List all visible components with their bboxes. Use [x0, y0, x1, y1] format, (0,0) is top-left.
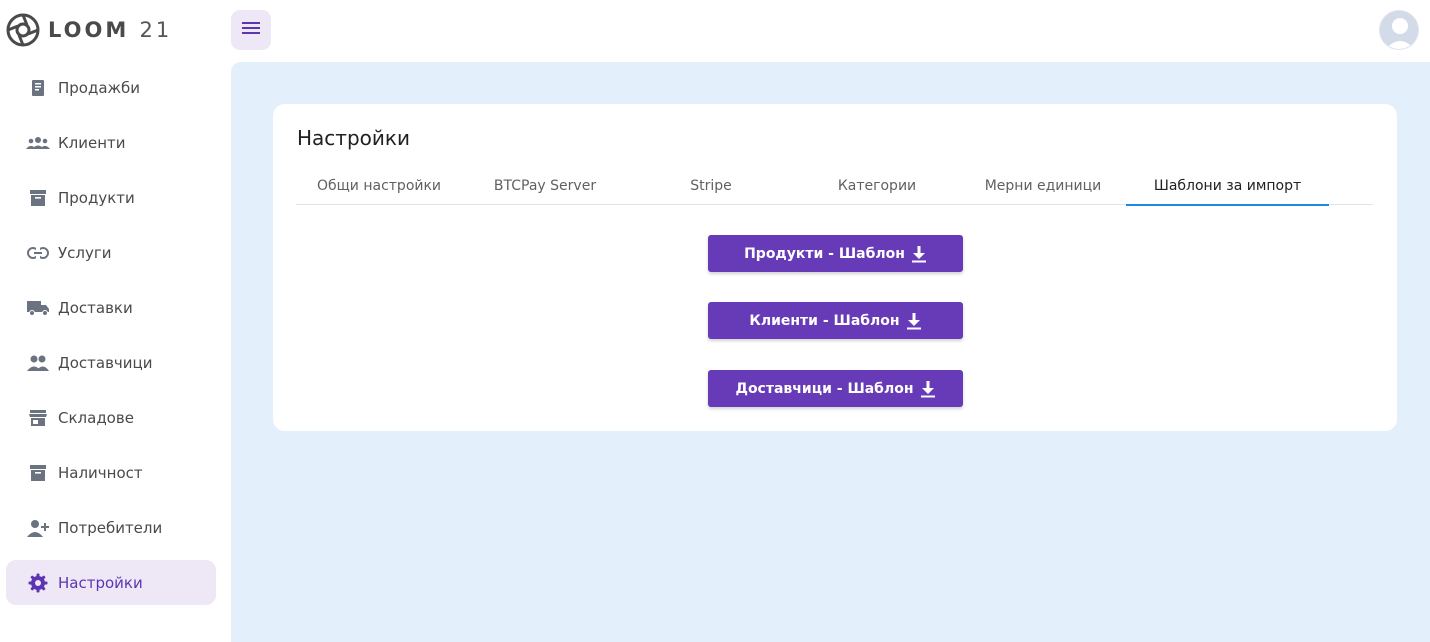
sidebar-item-label: Продукти: [58, 188, 135, 207]
receipt-icon: [26, 76, 50, 100]
sidebar-item-deliveries[interactable]: Доставки: [6, 285, 216, 330]
tab-categories[interactable]: Категории: [794, 166, 960, 205]
sidebar-item-label: Складове: [58, 408, 134, 427]
tab-stripe[interactable]: Stripe: [628, 166, 794, 205]
brand-name: LOOM 21: [48, 18, 173, 42]
tab-label: Мерни единици: [984, 177, 1102, 194]
suppliers-template-button[interactable]: Доставчици - Шаблон: [708, 370, 963, 407]
sidebar: LOOM 21 Продажби Клиенти Продукти Услуги: [0, 0, 231, 642]
menu-toggle-button[interactable]: [231, 10, 271, 50]
tab-label: Общи настройки: [316, 177, 442, 194]
link-icon: [26, 241, 50, 265]
archive-icon: [26, 461, 50, 485]
tab-units[interactable]: Мерни единици: [960, 166, 1126, 205]
sidebar-item-label: Потребители: [58, 518, 163, 537]
download-icon: [906, 312, 922, 330]
brand-logo[interactable]: LOOM 21: [6, 10, 172, 50]
sidebar-item-label: Доставчици: [58, 353, 153, 372]
main-content: Настройки Общи настройки BTCPay Server S…: [231, 62, 1430, 642]
tab-label: Stripe: [690, 177, 732, 194]
tab-label: BTCPay Server: [493, 177, 597, 194]
people-icon: [26, 351, 50, 375]
sidebar-item-label: Продажби: [58, 78, 141, 97]
gear-icon: [26, 571, 50, 595]
sidebar-item-label: Настройки: [58, 573, 143, 592]
store-icon: [26, 406, 50, 430]
aperture-logo-icon: [6, 13, 40, 47]
download-icon: [920, 380, 936, 398]
person-add-icon: [26, 516, 50, 540]
sidebar-item-label: Клиенти: [58, 133, 126, 152]
settings-tabs: Общи настройки BTCPay Server Stripe Кате…: [296, 166, 1373, 206]
sidebar-item-clients[interactable]: Клиенти: [6, 120, 216, 165]
sidebar-item-services[interactable]: Услуги: [6, 230, 216, 275]
sidebar-item-warehouses[interactable]: Складове: [6, 395, 216, 440]
sidebar-item-sales[interactable]: Продажби: [6, 65, 216, 110]
button-label: Доставчици - Шаблон: [735, 380, 914, 397]
user-avatar[interactable]: [1379, 10, 1419, 50]
sidebar-item-stock[interactable]: Наличност: [6, 450, 216, 495]
tab-import-templates[interactable]: Шаблони за импорт: [1126, 166, 1329, 206]
sidebar-item-label: Доставки: [58, 298, 133, 317]
tab-btcpay-server[interactable]: BTCPay Server: [462, 166, 628, 205]
user-silhouette-icon: [1380, 11, 1418, 49]
sidebar-nav: Продажби Клиенти Продукти Услуги Доставк…: [6, 65, 216, 615]
tab-general-settings[interactable]: Общи настройки: [296, 166, 462, 205]
hamburger-icon: [241, 20, 261, 40]
page-title: Настройки: [297, 126, 410, 150]
clients-template-button[interactable]: Клиенти - Шаблон: [708, 302, 963, 339]
tab-label: Категории: [837, 177, 917, 194]
archive-icon: [26, 186, 50, 210]
button-label: Клиенти - Шаблон: [749, 312, 900, 329]
sidebar-item-label: Услуги: [58, 243, 112, 262]
sidebar-item-label: Наличност: [58, 463, 143, 482]
sidebar-item-products[interactable]: Продукти: [6, 175, 216, 220]
settings-card: Настройки Общи настройки BTCPay Server S…: [273, 104, 1397, 431]
button-label: Продукти - Шаблон: [744, 245, 905, 262]
sidebar-item-users[interactable]: Потребители: [6, 505, 216, 550]
truck-icon: [26, 296, 50, 320]
download-icon: [911, 245, 927, 263]
products-template-button[interactable]: Продукти - Шаблон: [708, 235, 963, 272]
sidebar-item-settings[interactable]: Настройки: [6, 560, 216, 605]
group-icon: [26, 131, 50, 155]
tab-label: Шаблони за импорт: [1153, 177, 1302, 194]
sidebar-item-suppliers[interactable]: Доставчици: [6, 340, 216, 385]
